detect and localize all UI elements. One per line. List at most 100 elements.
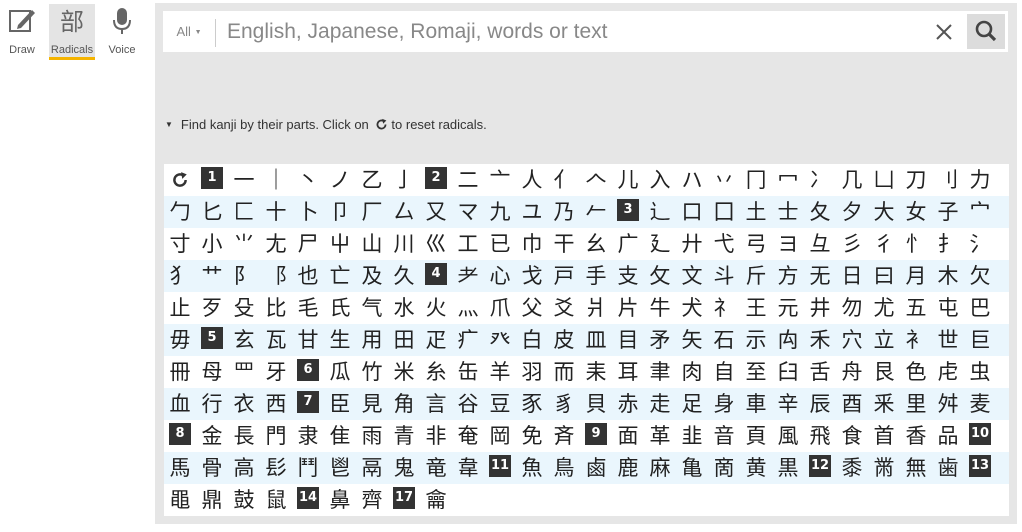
collapse-triangle-icon[interactable]: ▼ xyxy=(165,120,173,129)
radical-button[interactable]: 舌 xyxy=(804,356,836,388)
radical-button[interactable]: 儿 xyxy=(612,164,644,196)
radical-button[interactable]: 齊 xyxy=(356,484,388,516)
radical-button[interactable]: 毛 xyxy=(292,292,324,324)
search-button[interactable] xyxy=(967,14,1005,49)
radical-button[interactable]: 舛 xyxy=(932,388,964,420)
radical-button[interactable]: 彳 xyxy=(868,228,900,260)
radical-button[interactable]: 鼓 xyxy=(228,484,260,516)
radical-button[interactable]: 麻 xyxy=(644,452,676,484)
radical-button[interactable]: 黍 xyxy=(836,452,868,484)
radical-button[interactable]: 禾 xyxy=(804,324,836,356)
radical-button[interactable]: 巾 xyxy=(516,228,548,260)
radical-button[interactable]: 免 xyxy=(516,420,548,452)
radical-button[interactable]: 穴 xyxy=(836,324,868,356)
radical-button[interactable]: 大 xyxy=(868,196,900,228)
search-filter-dropdown[interactable]: All ▼ xyxy=(163,11,215,52)
radical-button[interactable]: 龠 xyxy=(420,484,452,516)
radical-button[interactable]: 黹 xyxy=(868,452,900,484)
radical-button[interactable]: 厂 xyxy=(356,196,388,228)
radical-button[interactable]: 缶 xyxy=(452,356,484,388)
radical-button[interactable]: ハ xyxy=(676,164,708,196)
radical-button[interactable]: 匚 xyxy=(228,196,260,228)
radical-button[interactable]: 匕 xyxy=(196,196,228,228)
radical-button[interactable]: 奄 xyxy=(452,420,484,452)
radical-button[interactable]: 弋 xyxy=(708,228,740,260)
radical-button[interactable]: 亠 xyxy=(484,164,516,196)
radical-button[interactable]: 鬥 xyxy=(292,452,324,484)
radical-button[interactable]: 釆 xyxy=(868,388,900,420)
radical-button[interactable]: 支 xyxy=(612,260,644,292)
radical-button[interactable]: 面 xyxy=(612,420,644,452)
radical-button[interactable]: 勿 xyxy=(836,292,868,324)
radical-button[interactable]: 毋 xyxy=(164,324,196,356)
radical-button[interactable]: 女 xyxy=(900,196,932,228)
radical-button[interactable]: 耂 xyxy=(452,260,484,292)
voice-mode-button[interactable]: Voice xyxy=(104,4,140,58)
radical-button[interactable]: 西 xyxy=(260,388,292,420)
radical-button[interactable]: 石 xyxy=(708,324,740,356)
radical-button[interactable]: 殳 xyxy=(228,292,260,324)
radical-button[interactable]: 冂 xyxy=(740,164,772,196)
radical-button[interactable]: 非 xyxy=(420,420,452,452)
radical-button[interactable]: 又 xyxy=(420,196,452,228)
radical-button[interactable]: 乃 xyxy=(548,196,580,228)
radical-button[interactable]: 金 xyxy=(196,420,228,452)
radical-button[interactable]: 色 xyxy=(900,356,932,388)
radical-button[interactable]: 瓜 xyxy=(324,356,356,388)
radical-button[interactable]: 十 xyxy=(260,196,292,228)
radical-button[interactable]: ヨ xyxy=(772,228,804,260)
radical-button[interactable]: 見 xyxy=(356,388,388,420)
radical-button[interactable]: 鬯 xyxy=(324,452,356,484)
radical-button[interactable]: 无 xyxy=(804,260,836,292)
radical-button[interactable]: 艮 xyxy=(868,356,900,388)
radical-button[interactable]: 虍 xyxy=(932,356,964,388)
radical-button[interactable]: 广 xyxy=(612,228,644,260)
radical-button[interactable]: 犭 xyxy=(164,260,196,292)
radical-button[interactable]: 矢 xyxy=(676,324,708,356)
radical-button[interactable]: 肉 xyxy=(676,356,708,388)
radical-button[interactable]: 巛 xyxy=(420,228,452,260)
radical-button[interactable]: 文 xyxy=(676,260,708,292)
radical-button[interactable]: 刀 xyxy=(900,164,932,196)
radical-button[interactable]: 高 xyxy=(228,452,260,484)
radical-button[interactable]: 九 xyxy=(484,196,516,228)
radical-button[interactable]: 尤 xyxy=(868,292,900,324)
radical-button[interactable]: 巴 xyxy=(964,292,996,324)
radical-button[interactable]: 竹 xyxy=(356,356,388,388)
radical-button[interactable]: 黄 xyxy=(740,452,772,484)
radical-button[interactable]: 斉 xyxy=(548,420,580,452)
radical-button[interactable]: 亀 xyxy=(676,452,708,484)
radical-button[interactable]: 爻 xyxy=(548,292,580,324)
radical-button[interactable]: 牛 xyxy=(644,292,676,324)
radical-button[interactable]: 爪 xyxy=(484,292,516,324)
radical-button[interactable]: ノ xyxy=(324,164,356,196)
radical-button[interactable]: 角 xyxy=(388,388,420,420)
radical-button[interactable]: 虫 xyxy=(964,356,996,388)
radical-button[interactable]: 巨 xyxy=(964,324,996,356)
radical-button[interactable]: 足 xyxy=(676,388,708,420)
radical-button[interactable]: 門 xyxy=(260,420,292,452)
radical-button[interactable]: 豕 xyxy=(516,388,548,420)
radical-button[interactable]: 日 xyxy=(836,260,868,292)
radical-button[interactable]: 攵 xyxy=(644,260,676,292)
radical-button[interactable]: 髟 xyxy=(260,452,292,484)
radical-button[interactable]: 戸 xyxy=(548,260,580,292)
radical-button[interactable]: 骨 xyxy=(196,452,228,484)
radical-button[interactable]: 耒 xyxy=(580,356,612,388)
radical-button[interactable]: 人 xyxy=(516,164,548,196)
radical-button[interactable]: 礻 xyxy=(708,292,740,324)
radical-button[interactable]: 屯 xyxy=(932,292,964,324)
radical-button[interactable]: 隹 xyxy=(324,420,356,452)
radical-button[interactable]: 心 xyxy=(484,260,516,292)
radical-button[interactable]: 疋 xyxy=(420,324,452,356)
radical-button[interactable]: 刂 xyxy=(932,164,964,196)
radicals-mode-button[interactable]: 部 Radicals xyxy=(49,4,95,60)
radical-button[interactable]: ⺌ xyxy=(228,228,260,260)
radical-button[interactable]: 糸 xyxy=(420,356,452,388)
radical-button[interactable]: 青 xyxy=(388,420,420,452)
radical-button[interactable]: ⻌ xyxy=(644,196,676,228)
radical-button[interactable]: 手 xyxy=(580,260,612,292)
radical-button[interactable]: 臼 xyxy=(772,356,804,388)
radical-button[interactable]: 氏 xyxy=(324,292,356,324)
radical-button[interactable]: 也 xyxy=(292,260,324,292)
